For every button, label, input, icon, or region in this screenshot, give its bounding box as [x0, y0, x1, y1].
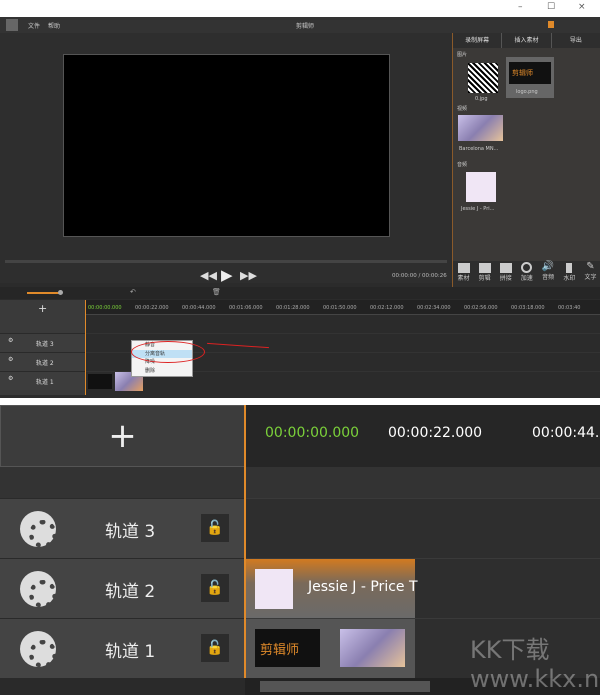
ruler-tick: 00:00:00.000 — [88, 305, 122, 311]
ruler-tick: 00:01:50.000 — [323, 305, 357, 311]
lock-icon[interactable]: 🔓 — [201, 574, 229, 602]
track-3-header[interactable]: ⚙ 轨道 3 — [0, 333, 85, 352]
zoom-slider[interactable] — [27, 292, 59, 294]
logo-clip-zoomed[interactable]: 剪辑师 — [255, 629, 320, 667]
section-videos: 视频 — [457, 106, 468, 112]
thumb-logo[interactable]: 剪辑师 logo.png — [506, 57, 554, 98]
timeline-ruler-zoomed[interactable]: 00:00:00.000 00:00:22.000 00:00:44.0 — [245, 405, 600, 467]
playhead[interactable] — [85, 300, 86, 395]
skin-icon[interactable] — [548, 21, 554, 28]
video-canvas — [63, 54, 390, 237]
menu-item-delete[interactable]: 删除 — [132, 367, 192, 376]
tool-bar: 素材 剪辑 拼接 加速 🔊 音频 水印 ✎ 文字 — [453, 261, 600, 287]
ruler-tick: 00:02:34.000 — [417, 305, 451, 311]
menu-help[interactable]: 帮助 — [48, 21, 60, 30]
thumb-video[interactable] — [458, 115, 503, 141]
tab-insert-media[interactable]: 插入素材 — [502, 33, 552, 48]
film-reel-icon — [20, 631, 57, 668]
zoomed-timeline: + 00:00:00.000 00:00:22.000 00:00:44.0 轨… — [0, 405, 600, 695]
playhead-zoomed[interactable] — [244, 405, 246, 678]
ruler-tick: 00:01:06.000 — [229, 305, 263, 311]
video-clip-zoomed[interactable] — [340, 629, 405, 667]
track-1-header[interactable]: ⚙ 轨道 1 — [0, 371, 85, 390]
thumb-label: 0.jpg — [475, 96, 488, 102]
rewind-button[interactable]: ◀◀ — [200, 269, 217, 282]
ruler-tick: 00:02:12.000 — [370, 305, 404, 311]
ruler-tick: 00:00:44.000 — [182, 305, 216, 311]
tool-media[interactable]: 素材 — [457, 261, 470, 287]
zoom-slider-handle[interactable] — [58, 290, 63, 295]
seek-bar[interactable] — [5, 260, 447, 263]
thumb-qrcode[interactable] — [468, 63, 498, 93]
tool-splice[interactable]: 拼接 — [499, 261, 512, 287]
play-button[interactable]: ▶ — [221, 266, 233, 284]
film-reel-icon — [20, 511, 57, 548]
window-titlebar: – ☐ × — [0, 0, 600, 17]
section-audio: 音频 — [457, 162, 468, 168]
track-2-header[interactable]: ⚙ 轨道 2 — [0, 352, 85, 371]
delete-icon[interactable]: 🗑 — [212, 288, 221, 296]
track-1-header-zoomed[interactable]: 轨道 1 🔓 — [0, 618, 245, 678]
thumb-audio[interactable] — [466, 172, 496, 202]
add-track-button[interactable]: + — [38, 302, 47, 315]
reel-icon: ⚙ — [8, 375, 14, 382]
audio-thumb — [255, 569, 293, 609]
ruler-tick: 00:00:22.000 — [135, 305, 169, 311]
track-2-header-zoomed[interactable]: 轨道 2 🔓 — [0, 558, 245, 618]
add-track-button-large[interactable]: + — [0, 405, 245, 467]
ruler-tick: 00:02:56.000 — [464, 305, 498, 311]
track-2-lane-zoomed[interactable]: Jessie J - Price T — [245, 558, 600, 619]
section-images: 图片 — [457, 52, 468, 58]
ruler-tick: 00:03:18.000 — [511, 305, 545, 311]
track-3-header-zoomed[interactable]: 轨道 3 🔓 — [0, 498, 245, 558]
ruler-tick: 00:01:28.000 — [276, 305, 310, 311]
reel-icon: ⚙ — [8, 337, 14, 344]
maximize-button[interactable]: ☐ — [547, 2, 555, 12]
watermark: KK下载 www.kkx.net — [470, 636, 600, 693]
close-button[interactable]: × — [578, 2, 586, 12]
preview-area: ◀◀ ▶ ▶▶ 00:00:00 / 00:00:26 — [0, 33, 452, 284]
tab-export[interactable]: 导出 — [552, 33, 600, 48]
highlight-circle — [131, 341, 205, 363]
tool-speed[interactable]: 加速 — [521, 261, 533, 287]
logo-clip[interactable] — [88, 374, 112, 389]
minimize-button[interactable]: – — [518, 2, 523, 12]
media-panel: 录制屏幕 插入素材 导出 图片 0.jpg 剪辑师 logo.png 视频 Ba… — [452, 33, 600, 287]
tool-watermark[interactable]: 水印 — [563, 261, 575, 287]
tool-audio[interactable]: 🔊 音频 — [542, 261, 554, 287]
panel-tabs: 录制屏幕 插入素材 导出 — [453, 33, 600, 48]
time-display: 00:00:00 / 00:00:26 — [392, 273, 447, 279]
track-header: + ⚙ 轨道 3 ⚙ 轨道 2 ⚙ 轨道 1 — [0, 300, 85, 395]
lock-icon[interactable]: 🔓 — [201, 634, 229, 662]
timeline-toolbar: ↶ 🗑 — [0, 287, 600, 299]
menu-bar: 文件 帮助 剪辑师 — [0, 17, 600, 33]
editor-screenshot: – ☐ × 文件 帮助 剪辑师 ◀◀ ▶ ▶▶ 00:00:00 / 00:00… — [0, 0, 600, 398]
film-reel-icon — [20, 571, 57, 608]
tool-text[interactable]: ✎ 文字 — [584, 261, 596, 287]
lock-icon[interactable]: 🔓 — [201, 514, 229, 542]
audio-clip[interactable]: Jessie J - Price T — [245, 559, 418, 619]
track-3-lane-zoomed[interactable] — [245, 498, 600, 558]
menu-file[interactable]: 文件 — [28, 21, 40, 30]
tool-cut[interactable]: 剪辑 — [478, 261, 491, 287]
timeline-ruler[interactable]: 00:00:00.000 00:00:22.000 00:00:44.000 00:0… — [85, 300, 600, 315]
ruler-tick: 00:03:40 — [558, 305, 581, 311]
reel-icon: ⚙ — [8, 356, 14, 363]
avatar-icon[interactable] — [6, 19, 18, 31]
undo-icon[interactable]: ↶ — [130, 288, 136, 296]
fast-forward-button[interactable]: ▶▶ — [240, 269, 257, 282]
app-title: 剪辑师 — [296, 23, 315, 30]
tab-record-screen[interactable]: 录制屏幕 — [453, 33, 503, 48]
